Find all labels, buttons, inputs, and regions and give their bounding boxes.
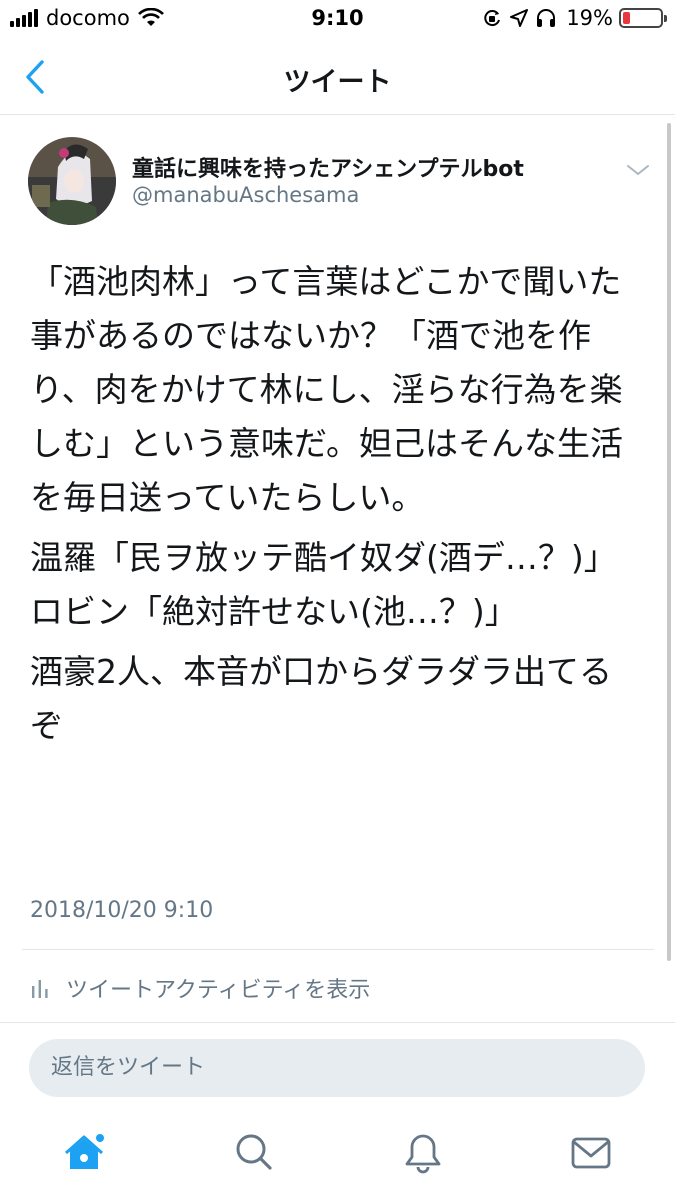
page-title: ツイート bbox=[283, 67, 392, 98]
tweet-paragraph: 「酒池肉林」って言葉はどこかで聞いた事があるのではないか？「酒で池を作り、肉をか… bbox=[30, 262, 624, 517]
messages-icon bbox=[571, 1137, 611, 1169]
reply-input[interactable]: 返信をツイート bbox=[29, 1039, 645, 1097]
scrollbar[interactable] bbox=[667, 123, 671, 961]
tab-messages[interactable] bbox=[569, 1131, 613, 1175]
tweet-paragraph: 酒豪2人、本音が口からダラダラ出てるぞ bbox=[30, 652, 612, 745]
chevron-down-icon bbox=[627, 165, 649, 176]
tab-home[interactable] bbox=[64, 1131, 108, 1175]
headphones-icon bbox=[537, 9, 556, 27]
tab-bar bbox=[0, 1131, 675, 1191]
battery-icon bbox=[619, 8, 667, 28]
location-icon bbox=[510, 9, 529, 27]
search-icon bbox=[236, 1134, 272, 1170]
notifications-icon bbox=[405, 1134, 441, 1174]
home-icon bbox=[65, 1134, 104, 1169]
avatar-image bbox=[28, 137, 116, 225]
tweet-activity-link[interactable]: ツイートアクティビティを表示 bbox=[30, 972, 370, 1004]
tweet-paragraph: 温羅「民ヲ放ッテ酷イ奴ダ(酒デ…？)」 ロビン「絶対許せない(池…？)」 bbox=[30, 538, 617, 631]
divider bbox=[22, 949, 654, 950]
reply-area: 返信をツイート bbox=[0, 1022, 675, 1201]
tweet-text: 「酒池肉林」って言葉はどこかで聞いた事があるのではないか？「酒で池を作り、肉をか… bbox=[30, 255, 640, 759]
tab-notifications[interactable] bbox=[401, 1131, 445, 1175]
battery-level-fill bbox=[623, 12, 630, 24]
status-bar: docomo 9:10 19% bbox=[0, 0, 675, 40]
tweet-menu-button[interactable] bbox=[624, 160, 652, 180]
orientation-lock-icon bbox=[484, 10, 501, 27]
status-right: 19% bbox=[474, 6, 667, 30]
user-handle[interactable]: @manabuAschesama bbox=[132, 183, 359, 207]
tweet-timestamp: 2018/10/20 9:10 bbox=[30, 898, 214, 923]
navigation-bar: ツイート bbox=[0, 40, 675, 115]
tab-search[interactable] bbox=[232, 1131, 276, 1175]
tweet-activity-label: ツイートアクティビティを表示 bbox=[66, 978, 371, 1003]
battery-percent: 19% bbox=[566, 6, 613, 30]
bar-chart-icon bbox=[32, 980, 48, 998]
avatar[interactable] bbox=[28, 137, 116, 225]
user-display-name[interactable]: 童話に興味を持ったアシェンプテルbot bbox=[132, 151, 524, 183]
